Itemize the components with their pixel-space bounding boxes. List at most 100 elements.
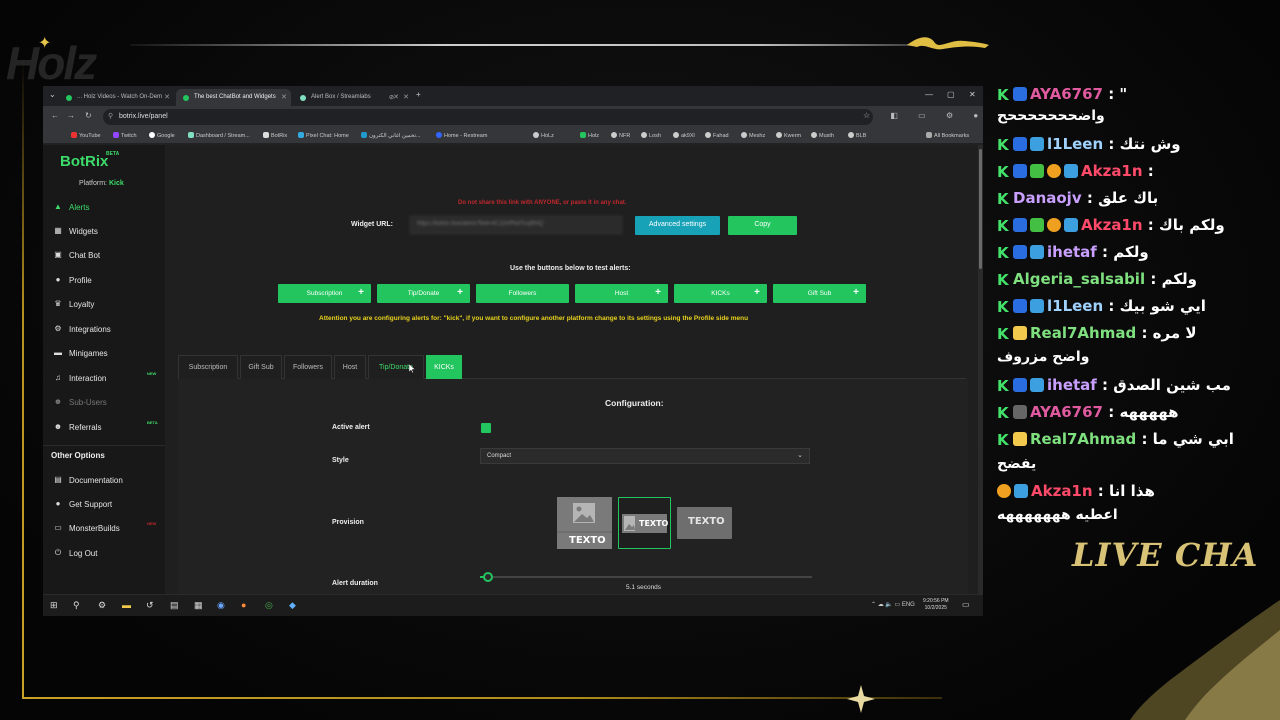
site-info-icon[interactable]: ⚲ bbox=[108, 112, 113, 120]
firefox-icon[interactable]: ● bbox=[241, 600, 246, 610]
window-close-icon[interactable]: ✕ bbox=[969, 90, 976, 99]
bookmark-arabic-guess[interactable]: تخمين اغاني الكترون... bbox=[361, 132, 421, 139]
chat-message: K Danaojv : باك علق bbox=[997, 189, 1159, 208]
bookmark-holz-1[interactable]: HoLz bbox=[533, 132, 554, 139]
tab-muted[interactable]: ⊘ ✕ bbox=[383, 89, 413, 106]
forward-icon[interactable]: → bbox=[67, 111, 75, 120]
close-icon[interactable]: ✕ bbox=[403, 93, 409, 101]
settings-icon[interactable]: ⚙ bbox=[98, 600, 106, 611]
scrollbar-thumb[interactable] bbox=[979, 149, 982, 269]
app-icon[interactable]: ▦ bbox=[194, 600, 203, 611]
test-followers-button[interactable]: Followers bbox=[476, 284, 569, 303]
duration-slider-track[interactable] bbox=[480, 576, 812, 578]
steam-icon[interactable]: ◆ bbox=[289, 600, 296, 611]
bookmark-botrix[interactable]: BotRix bbox=[263, 132, 287, 139]
bookmark-google[interactable]: Google bbox=[149, 132, 175, 139]
discord-icon[interactable]: ◉ bbox=[217, 600, 225, 611]
sidebar-item-profile[interactable]: ● Profile bbox=[53, 275, 161, 289]
bookmark-dashboard[interactable]: Dashboard / Stream... bbox=[188, 132, 250, 139]
url-input[interactable]: ⚲ botrix.live/panel bbox=[103, 109, 873, 125]
app-icon[interactable]: ↺ bbox=[146, 600, 154, 611]
copy-button[interactable]: Copy bbox=[728, 216, 797, 235]
badge-icon bbox=[1013, 405, 1027, 419]
bookmark-musth[interactable]: Musth bbox=[811, 132, 834, 139]
tab-gift-sub[interactable]: Gift Sub bbox=[240, 355, 282, 379]
music-icon: ♫ bbox=[55, 373, 61, 382]
page-scrollbar[interactable] bbox=[978, 145, 983, 603]
tab-label: ... Holz Videos - Watch On-Dem bbox=[77, 94, 163, 100]
bookmark-fahad[interactable]: Fahad bbox=[705, 132, 729, 139]
chrome-icon[interactable]: ◎ bbox=[265, 600, 273, 611]
plus-icon: + bbox=[853, 287, 859, 298]
sidebar-item-alerts[interactable]: ▲ Alerts bbox=[53, 202, 161, 216]
bookmark-blb[interactable]: BLB bbox=[848, 132, 866, 139]
app-icon[interactable]: ▤ bbox=[170, 600, 179, 611]
chevron-down-icon: ⌄ bbox=[797, 452, 803, 459]
sidebar-item-integrations[interactable]: ⚙ Integrations bbox=[53, 324, 161, 338]
bookmark-pixel-chat[interactable]: Pixel Chat: Home bbox=[298, 132, 349, 139]
duration-slider-handle[interactable] bbox=[483, 572, 493, 582]
botrix-logo[interactable]: BotRix BETA bbox=[60, 151, 119, 170]
sidebar-item-interaction[interactable]: ♫ Interaction NEW bbox=[53, 371, 161, 387]
kick-icon: K bbox=[997, 377, 1009, 395]
widget-url-field[interactable]: https://botrix.live/alerts?bid=4C11HPkdT… bbox=[409, 215, 623, 235]
search-icon[interactable]: ⚲ bbox=[73, 600, 80, 611]
close-icon[interactable]: ✕ bbox=[281, 93, 287, 101]
test-host-button[interactable]: Host + bbox=[575, 284, 668, 303]
alert-duration-label: Alert duration bbox=[332, 580, 378, 587]
bookmark-nfr[interactable]: NFR bbox=[611, 132, 630, 139]
back-icon[interactable]: ← bbox=[51, 111, 59, 120]
test-kicks-button[interactable]: KICKs + bbox=[674, 284, 767, 303]
clock[interactable]: 9:20:56 PM 10/2/2025 bbox=[923, 598, 949, 612]
bookmark-ak9xl[interactable]: ak9Xl bbox=[673, 132, 695, 139]
system-tray[interactable]: ⌃ ☁ 🔈 ▭ ENG bbox=[871, 601, 915, 608]
tab-host[interactable]: Host bbox=[334, 355, 366, 379]
browser-toolbar-icons[interactable]: ☆ ◧ ▭ ⚙ ● ⋮ bbox=[863, 111, 983, 120]
minimize-icon[interactable]: — bbox=[925, 90, 933, 99]
bookmark-restream[interactable]: Home - Restream bbox=[436, 132, 487, 139]
bookmark-youtube[interactable]: YouTube bbox=[71, 132, 101, 139]
sidebar-item-minigames[interactable]: ▬ Minigames bbox=[53, 348, 161, 362]
bookmark-meshz[interactable]: Meshz bbox=[741, 132, 765, 139]
gold-star-icon bbox=[847, 685, 875, 713]
tab-search-icon[interactable]: ⌄ bbox=[49, 90, 56, 99]
sidebar-item-sub-users[interactable]: ☻ Sub-Users bbox=[53, 397, 161, 411]
notification-icon[interactable]: ▭ bbox=[962, 600, 970, 609]
tab-botrix[interactable]: The best ChatBot and Widgets ✕ bbox=[176, 89, 291, 106]
tab-followers[interactable]: Followers bbox=[284, 355, 332, 379]
style-select[interactable]: Compact ⌄ bbox=[480, 448, 810, 464]
provision-option-image-above[interactable]: TEXTO bbox=[557, 497, 612, 549]
language-indicator[interactable]: ENG bbox=[902, 602, 915, 608]
sidebar-item-log-out[interactable]: ⏻ Log Out bbox=[53, 548, 161, 562]
advanced-settings-button[interactable]: Advanced settings bbox=[635, 216, 720, 235]
bookmark-holz-2[interactable]: Holz bbox=[580, 132, 599, 139]
sidebar-item-chat-bot[interactable]: ▣ Chat Bot bbox=[53, 250, 161, 264]
all-bookmarks[interactable]: All Bookmarks bbox=[926, 132, 969, 139]
sidebar-item-widgets[interactable]: ▦ Widgets bbox=[53, 226, 161, 240]
close-icon[interactable]: ✕ bbox=[164, 93, 170, 101]
tab-kicks[interactable]: KICKs bbox=[426, 355, 462, 379]
test-gift-sub-button[interactable]: Gift Sub + bbox=[773, 284, 866, 303]
maximize-icon[interactable]: ▢ bbox=[947, 90, 955, 99]
tab-holz-videos[interactable]: ... Holz Videos - Watch On-Dem ✕ bbox=[59, 89, 174, 106]
sidebar-item-get-support[interactable]: ● Get Support bbox=[53, 499, 161, 513]
badge-icon bbox=[1030, 137, 1044, 151]
active-alert-checkbox[interactable] bbox=[481, 423, 491, 433]
sidebar-item-referrals[interactable]: ☻ Referrals BETA bbox=[53, 420, 161, 436]
test-subscription-button[interactable]: Subscription + bbox=[278, 284, 371, 303]
sidebar-item-monsterbuilds[interactable]: ▭ MonsterBuilds NEW bbox=[53, 521, 161, 537]
provision-option-image-left[interactable]: TEXTO bbox=[618, 497, 671, 549]
provision-option-text-only[interactable]: TEXTO bbox=[677, 507, 732, 539]
sidebar-item-documentation[interactable]: ▤ Documentation bbox=[53, 475, 161, 489]
bookmark-losh[interactable]: Losh bbox=[641, 132, 661, 139]
bookmark-twitch[interactable]: Twitch bbox=[113, 132, 137, 139]
tab-tip-donate[interactable]: Tip/Donate bbox=[368, 355, 424, 379]
tab-subscription[interactable]: Subscription bbox=[178, 355, 238, 379]
test-tip-donate-button[interactable]: Tip/Donate + bbox=[377, 284, 470, 303]
windows-start-icon[interactable]: ⊞ bbox=[50, 600, 58, 611]
new-tab-icon[interactable]: + bbox=[416, 90, 421, 99]
file-explorer-icon[interactable]: ▬ bbox=[122, 600, 131, 610]
reload-icon[interactable]: ↻ bbox=[85, 111, 92, 120]
bookmark-kwerm[interactable]: Kwerm bbox=[776, 132, 801, 139]
sidebar-item-loyalty[interactable]: ♛ Loyalty bbox=[53, 299, 161, 313]
